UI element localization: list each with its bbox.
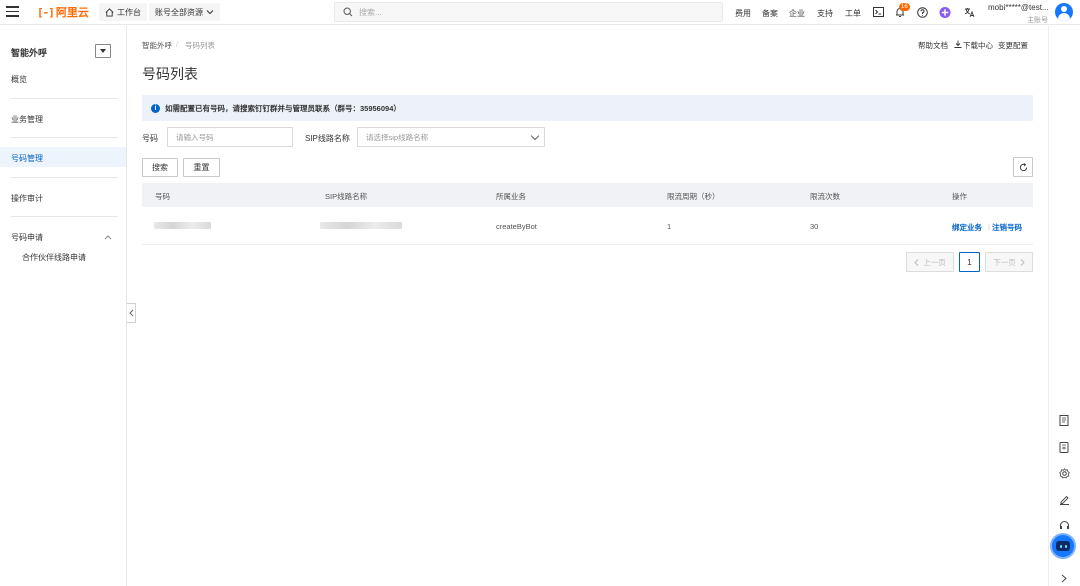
- divider: [11, 137, 118, 138]
- column-header-number: 号码: [155, 192, 170, 201]
- nav-link-support[interactable]: 支持: [817, 8, 833, 19]
- nav-link-ticket[interactable]: 工单: [845, 8, 861, 19]
- chevron-down-icon: [206, 10, 214, 15]
- deregister-number-link[interactable]: 注销号码: [992, 222, 1022, 233]
- logo-text: 阿里云: [55, 7, 89, 19]
- info-notice: i 如需配置已有号码，请搜索钉钉群并与管理员联系（群号：35956094）: [142, 95, 1033, 121]
- top-navbar: [-] 阿里云 工作台 账号全部资源 费用 备案 企业 支持 工单 16 mob…: [0, 0, 1080, 25]
- help-docs-link[interactable]: 帮助文档: [918, 40, 948, 51]
- account-scope-dropdown[interactable]: 账号全部资源: [149, 3, 220, 21]
- column-header-actions: 操作: [952, 192, 967, 201]
- breadcrumb-separator: /: [176, 40, 179, 49]
- bind-business-link[interactable]: 绑定业务: [952, 222, 982, 233]
- ai-assistant-icon[interactable]: [939, 6, 951, 18]
- redacted-sip-name: [320, 222, 402, 229]
- reset-button[interactable]: 重置: [183, 158, 220, 177]
- gear-icon[interactable]: [1058, 467, 1070, 479]
- next-page-button[interactable]: 下一页: [985, 252, 1033, 272]
- home-icon: [105, 7, 114, 17]
- sip-select[interactable]: 请选择sip线路名称: [357, 127, 545, 147]
- logo-mark: [-]: [37, 5, 55, 19]
- download-icon: [954, 40, 962, 48]
- column-header-count: 限流次数: [810, 192, 840, 201]
- breadcrumb-parent[interactable]: 智能外呼: [142, 40, 172, 51]
- chatbot-assistant[interactable]: [1050, 533, 1076, 559]
- robot-icon: [1056, 541, 1070, 551]
- column-header-sip: SIP线路名称: [325, 192, 368, 201]
- sidebar-item-numbers[interactable]: 号码管理: [11, 153, 43, 164]
- refresh-icon: [1019, 162, 1027, 171]
- cell-count: 30: [810, 222, 819, 231]
- sip-filter-label: SIP线路名称: [305, 134, 350, 143]
- sidebar-title: 智能外呼: [11, 48, 48, 58]
- table-header: 号码 SIP线路名称 所属业务 限流周期（秒） 限流次数 操作: [142, 183, 1033, 207]
- column-header-period: 限流周期（秒）: [667, 192, 720, 201]
- sidebar-collapse-handle[interactable]: [127, 303, 136, 323]
- info-icon: i: [151, 103, 160, 113]
- chevron-right-icon[interactable]: [1058, 572, 1070, 584]
- number-input[interactable]: [167, 127, 293, 147]
- headset-icon[interactable]: [1058, 519, 1070, 531]
- menu-icon[interactable]: [6, 6, 19, 17]
- avatar[interactable]: [1055, 3, 1073, 21]
- sidebar-subitem-partner[interactable]: 合作伙伴线路申请: [22, 252, 86, 263]
- cell-period: 1: [667, 222, 672, 231]
- notes-icon[interactable]: [1058, 414, 1070, 426]
- chevron-left-icon: [128, 309, 133, 317]
- divider: [11, 177, 118, 178]
- page-title: 号码列表: [142, 66, 198, 82]
- sidebar-item-apply[interactable]: 号码申请: [11, 232, 43, 243]
- chevron-right-icon: [1020, 258, 1025, 266]
- search-button[interactable]: 搜索: [142, 158, 178, 177]
- nav-link-fees[interactable]: 费用: [735, 8, 751, 19]
- nav-link-icp[interactable]: 备案: [762, 8, 778, 19]
- prev-page-button[interactable]: 上一页: [906, 252, 954, 272]
- chevron-down-icon: [530, 131, 540, 140]
- redacted-number: [154, 222, 211, 229]
- sip-select-placeholder: 请选择sip线路名称: [366, 132, 429, 142]
- notification-badge: 16: [899, 3, 910, 11]
- refresh-button[interactable]: [1013, 157, 1033, 177]
- workbench-button[interactable]: 工作台: [99, 3, 147, 21]
- divider: [11, 216, 118, 217]
- column-header-business: 所属业务: [496, 192, 526, 201]
- user-name[interactable]: mobi*****@test...: [988, 3, 1049, 12]
- change-config-link[interactable]: 变更配置: [998, 40, 1028, 51]
- page-number-current[interactable]: 1: [959, 252, 980, 272]
- prev-page-label: 上一页: [923, 257, 946, 267]
- breadcrumb-current: 号码列表: [185, 41, 215, 50]
- next-page-label: 下一页: [993, 257, 1016, 267]
- action-separator: |: [988, 222, 990, 231]
- sidebar-item-business[interactable]: 业务管理: [11, 114, 43, 125]
- calculator-icon[interactable]: [1058, 441, 1070, 453]
- cell-business: createByBot: [496, 222, 537, 231]
- caret-down-icon: [100, 49, 106, 53]
- search-icon: [343, 7, 353, 17]
- edit-icon[interactable]: [1058, 493, 1070, 505]
- nav-link-enterprise[interactable]: 企业: [789, 8, 805, 19]
- table-row: createByBot 1 30 绑定业务 | 注销号码: [142, 207, 1033, 245]
- notice-text: 如需配置已有号码，请搜索钉钉群并与管理员联系（群号：35956094）: [165, 103, 401, 113]
- sidebar: 智能外呼 概览 业务管理 号码管理 操作审计 号码申请 合作伙伴线路申请: [0, 26, 127, 586]
- chevron-left-icon: [914, 258, 919, 266]
- account-scope-label: 账号全部资源: [155, 7, 203, 17]
- sidebar-item-overview[interactable]: 概览: [11, 74, 27, 85]
- language-icon[interactable]: [963, 6, 975, 18]
- sidebar-item-audit[interactable]: 操作审计: [11, 193, 43, 204]
- divider: [11, 98, 118, 99]
- help-icon[interactable]: [916, 6, 928, 18]
- download-center-link[interactable]: 下载中心: [963, 40, 993, 51]
- product-switch-dropdown[interactable]: [95, 44, 111, 58]
- user-role: 主账号: [1027, 17, 1048, 24]
- workbench-label: 工作台: [117, 7, 141, 17]
- aliyun-logo[interactable]: [-] 阿里云: [37, 5, 89, 20]
- number-filter-label: 号码: [142, 134, 158, 143]
- global-search[interactable]: [334, 2, 723, 22]
- terminal-icon[interactable]: [872, 6, 884, 18]
- search-input[interactable]: [359, 7, 679, 17]
- chevron-up-icon[interactable]: [104, 234, 112, 240]
